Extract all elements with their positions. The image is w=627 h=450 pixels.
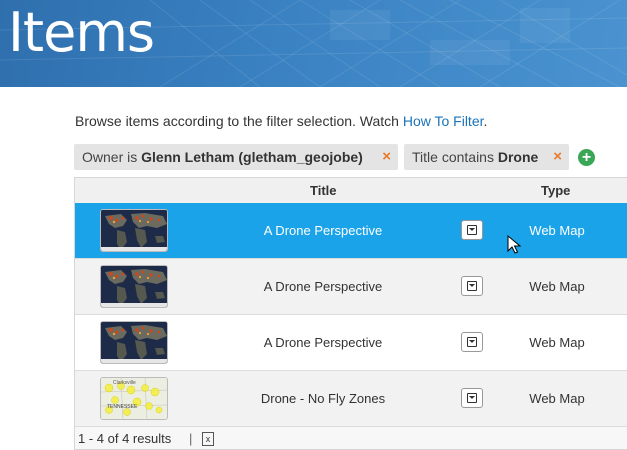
item-type: Web Map	[529, 223, 585, 238]
mouse-cursor-icon	[507, 235, 521, 254]
remove-filter-icon[interactable]: ×	[382, 144, 391, 170]
world-map-thumbnail[interactable]	[100, 265, 168, 308]
item-menu-button[interactable]	[461, 332, 483, 352]
tennessee-map-thumbnail[interactable]: Clarksville TENNESSEE	[100, 377, 168, 420]
item-title[interactable]: A Drone Perspective	[195, 335, 451, 350]
table-row[interactable]: A Drone Perspective Web Map	[75, 315, 627, 371]
item-type: Web Map	[529, 335, 585, 350]
filter-chip-owner-value: Glenn Letham (gletham_geojobe)	[141, 149, 363, 165]
filter-chip-title: Title contains Drone ×	[404, 144, 569, 170]
dropdown-icon	[467, 337, 477, 347]
intro-text: Browse items according to the filter sel…	[75, 113, 487, 129]
column-header-type[interactable]: Type	[541, 183, 570, 198]
page-banner: Items	[0, 0, 627, 87]
item-title[interactable]: A Drone Perspective	[195, 223, 451, 238]
how-to-filter-link[interactable]: How To Filter	[403, 113, 484, 129]
item-type: Web Map	[529, 391, 585, 406]
column-header-title[interactable]: Title	[310, 183, 337, 198]
page-title: Items	[8, 1, 155, 64]
dropdown-icon	[467, 393, 477, 403]
remove-filter-icon[interactable]: ×	[553, 144, 562, 170]
table-row[interactable]: Clarksville TENNESSEE Drone - No Fly Zon…	[75, 371, 627, 427]
world-map-thumbnail[interactable]	[100, 321, 168, 364]
table-row[interactable]: A Drone Perspective Web Map	[75, 203, 627, 259]
item-menu-button[interactable]	[461, 388, 483, 408]
item-type: Web Map	[529, 279, 585, 294]
dropdown-icon	[467, 225, 477, 235]
intro-description: Browse items according to the filter sel…	[75, 113, 403, 129]
filter-chip-title-value: Drone	[497, 149, 539, 165]
filter-chip-owner: Owner is Glenn Letham (gletham_geojobe) …	[74, 144, 398, 170]
results-count: 1 - 4 of 4 results	[78, 431, 172, 446]
export-excel-icon[interactable]: x	[202, 432, 214, 446]
filter-chip-title-prefix: Title contains	[412, 149, 498, 165]
table-footer: 1 - 4 of 4 results | x	[75, 427, 627, 449]
intro-period: .	[483, 113, 488, 129]
table-header: Title Type	[75, 178, 627, 204]
footer-separator: |	[189, 431, 193, 446]
items-table: Title Type A Drone Perspective Web Map A…	[74, 177, 627, 450]
thumb-label-tennessee: TENNESSEE	[107, 404, 138, 410]
item-menu-button[interactable]	[461, 220, 483, 240]
item-title[interactable]: A Drone Perspective	[195, 279, 451, 294]
table-row[interactable]: A Drone Perspective Web Map	[75, 259, 627, 315]
add-filter-icon[interactable]: +	[578, 149, 595, 166]
filter-chip-owner-prefix: Owner is	[82, 149, 142, 165]
item-title[interactable]: Drone - No Fly Zones	[195, 391, 451, 406]
item-menu-button[interactable]	[461, 276, 483, 296]
dropdown-icon	[467, 281, 477, 291]
thumb-label-clarksville: Clarksville	[113, 380, 136, 386]
world-map-thumbnail[interactable]	[100, 209, 168, 252]
